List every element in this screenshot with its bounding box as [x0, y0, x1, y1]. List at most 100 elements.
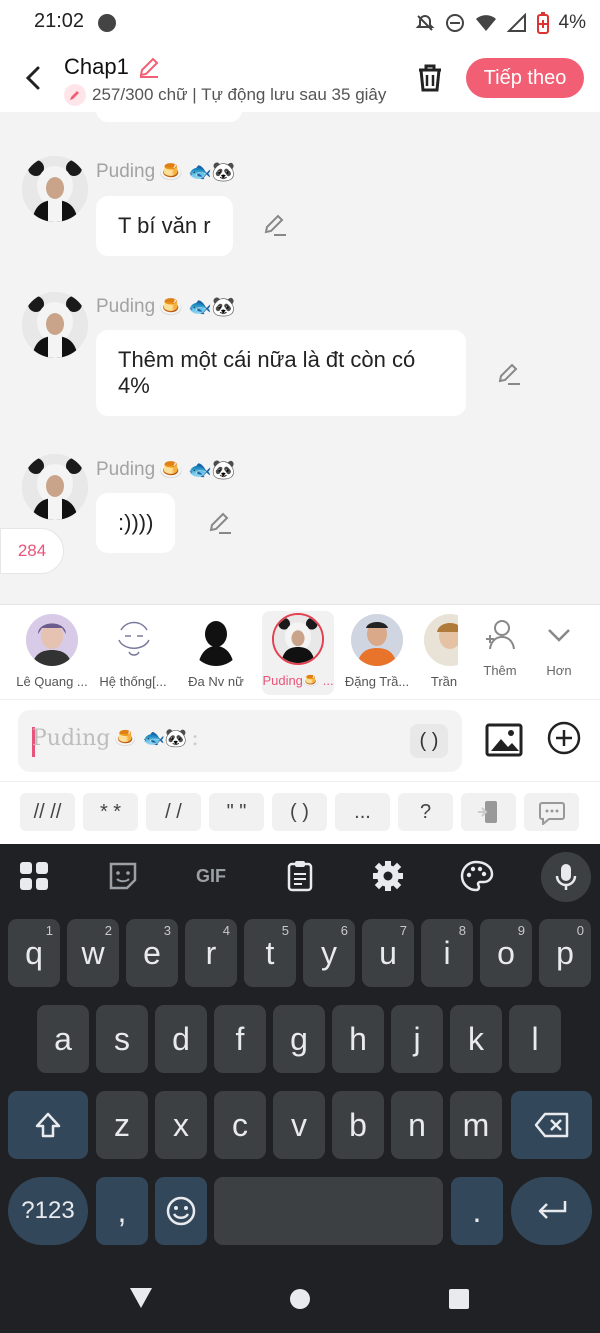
dnd-icon — [445, 14, 464, 32]
backspace-key[interactable] — [511, 1091, 592, 1159]
key-y[interactable]: y6 — [303, 919, 355, 987]
character-label: Lê Quang ... — [16, 674, 88, 689]
recents-square-icon[interactable] — [447, 1287, 471, 1311]
image-icon[interactable] — [484, 720, 524, 760]
character-item[interactable]: Hệ thống[... — [95, 605, 171, 699]
quick-key[interactable]: ... — [335, 793, 390, 831]
key-l[interactable]: l — [509, 1005, 561, 1073]
key-a[interactable]: a — [37, 1005, 89, 1073]
key-u[interactable]: u7 — [362, 919, 414, 987]
quick-key[interactable]: * * — [83, 793, 138, 831]
key-x[interactable]: x — [155, 1091, 207, 1159]
quick-key[interactable]: // // — [20, 793, 75, 831]
key-d[interactable]: d — [155, 1005, 207, 1073]
edit-title-icon[interactable] — [137, 55, 161, 79]
palette-icon[interactable] — [458, 858, 494, 894]
editor-header: Chap1 257/300 chữ | Tự động lưu sau 35 g… — [0, 46, 600, 112]
character-item[interactable]: Đa Nv nữ — [178, 605, 254, 699]
message-bubble[interactable]: :)))) — [96, 493, 176, 553]
smiley-icon — [166, 1196, 196, 1226]
key-s[interactable]: s — [96, 1005, 148, 1073]
quick-key[interactable]: / / — [146, 793, 201, 831]
key-r[interactable]: r4 — [185, 919, 237, 987]
key-f[interactable]: f — [214, 1005, 266, 1073]
key-w[interactable]: w2 — [67, 919, 119, 987]
key-h[interactable]: h — [332, 1005, 384, 1073]
key-k[interactable]: k — [450, 1005, 502, 1073]
chat-bubble-icon — [538, 802, 565, 825]
clipboard-icon[interactable] — [282, 858, 318, 894]
character-avatar — [272, 613, 324, 665]
message-input[interactable]: Puding 🍮 🐟🐼: ( ) — [18, 710, 462, 772]
character-item[interactable]: Lê Quang ... — [14, 605, 90, 699]
key-b[interactable]: b — [332, 1091, 384, 1159]
key-t[interactable]: t5 — [244, 919, 296, 987]
phone-action-key[interactable] — [461, 793, 516, 831]
more-characters-button[interactable]: Hơn — [536, 617, 582, 689]
key-q[interactable]: q1 — [8, 919, 60, 987]
character-item[interactable]: Trần — [418, 605, 458, 699]
key-j[interactable]: j — [391, 1005, 443, 1073]
next-button[interactable]: Tiếp theo — [466, 58, 584, 98]
key-p[interactable]: p0 — [539, 919, 591, 987]
message-counter-badge[interactable]: 284 — [0, 528, 64, 574]
comma-key[interactable]: , — [96, 1177, 148, 1245]
key-n[interactable]: n — [391, 1091, 443, 1159]
key-z[interactable]: z — [96, 1091, 148, 1159]
character-item-selected[interactable]: Puding🍮 ... — [262, 611, 334, 695]
edit-message-icon[interactable] — [207, 510, 233, 536]
add-circle-icon[interactable] — [546, 720, 582, 756]
key-g[interactable]: g — [273, 1005, 325, 1073]
trash-icon[interactable] — [412, 60, 448, 96]
sticker-icon[interactable] — [105, 858, 141, 894]
character-item[interactable]: Đặng Trầ... — [339, 605, 415, 699]
chapter-title[interactable]: Chap1 — [64, 54, 161, 80]
key-v[interactable]: v — [273, 1091, 325, 1159]
key-i[interactable]: i8 — [421, 919, 473, 987]
chat-bubble-key[interactable] — [524, 793, 579, 831]
character-label: Puding🍮 ... — [262, 673, 334, 688]
enter-key[interactable] — [511, 1177, 592, 1245]
key-c[interactable]: c — [214, 1091, 266, 1159]
quick-key[interactable]: ? — [398, 793, 453, 831]
chapter-title-text: Chap1 — [64, 54, 129, 79]
edit-message-icon[interactable] — [262, 212, 288, 238]
backspace-icon — [534, 1112, 568, 1138]
chat-area[interactable]: Puding 🍮 🐟🐼 T bí văn r Puding 🍮 🐟🐼 Thêm mộ… — [0, 112, 600, 604]
mute-icon — [415, 14, 434, 31]
back-icon[interactable] — [18, 60, 50, 96]
home-circle-icon[interactable] — [288, 1287, 312, 1311]
period-key[interactable]: . — [451, 1177, 503, 1245]
gif-icon[interactable]: GIF — [191, 858, 231, 894]
avatar[interactable] — [22, 292, 88, 358]
signal-icon — [506, 13, 526, 32]
key-e[interactable]: e3 — [126, 919, 178, 987]
mic-button[interactable] — [541, 852, 591, 902]
character-avatar — [424, 614, 458, 666]
status-bar: 21:02 4% — [0, 0, 600, 46]
character-bar[interactable]: Lê Quang ... Hệ thống[... Đa Nv nữ Pudin… — [0, 604, 600, 700]
phone-icon — [477, 801, 497, 823]
symbols-key[interactable]: ?123 — [8, 1177, 88, 1245]
character-avatar — [351, 614, 403, 666]
space-key[interactable] — [214, 1177, 443, 1245]
key-m[interactable]: m — [450, 1091, 502, 1159]
avatar[interactable] — [22, 454, 88, 520]
quick-key[interactable]: ( ) — [272, 793, 327, 831]
back-triangle-icon[interactable] — [128, 1286, 154, 1310]
grid-icon[interactable] — [16, 858, 52, 894]
edit-message-icon[interactable] — [496, 361, 522, 387]
message-sender: Puding 🍮 🐟🐼 — [96, 296, 236, 318]
add-character-button[interactable]: Thêm — [474, 617, 526, 689]
system-nav-bar — [0, 1260, 600, 1333]
notification-icon — [98, 14, 116, 32]
paren-insert-button[interactable]: ( ) — [410, 724, 448, 758]
quick-key[interactable]: " " — [209, 793, 264, 831]
shift-key[interactable] — [8, 1091, 88, 1159]
message-bubble[interactable]: T bí văn r — [96, 196, 233, 256]
settings-icon[interactable] — [370, 858, 406, 894]
key-o[interactable]: o9 — [480, 919, 532, 987]
message-bubble[interactable]: Thêm một cái nữa là đt còn có 4% — [96, 330, 466, 416]
emoji-key[interactable] — [155, 1177, 207, 1245]
avatar[interactable] — [22, 156, 88, 222]
